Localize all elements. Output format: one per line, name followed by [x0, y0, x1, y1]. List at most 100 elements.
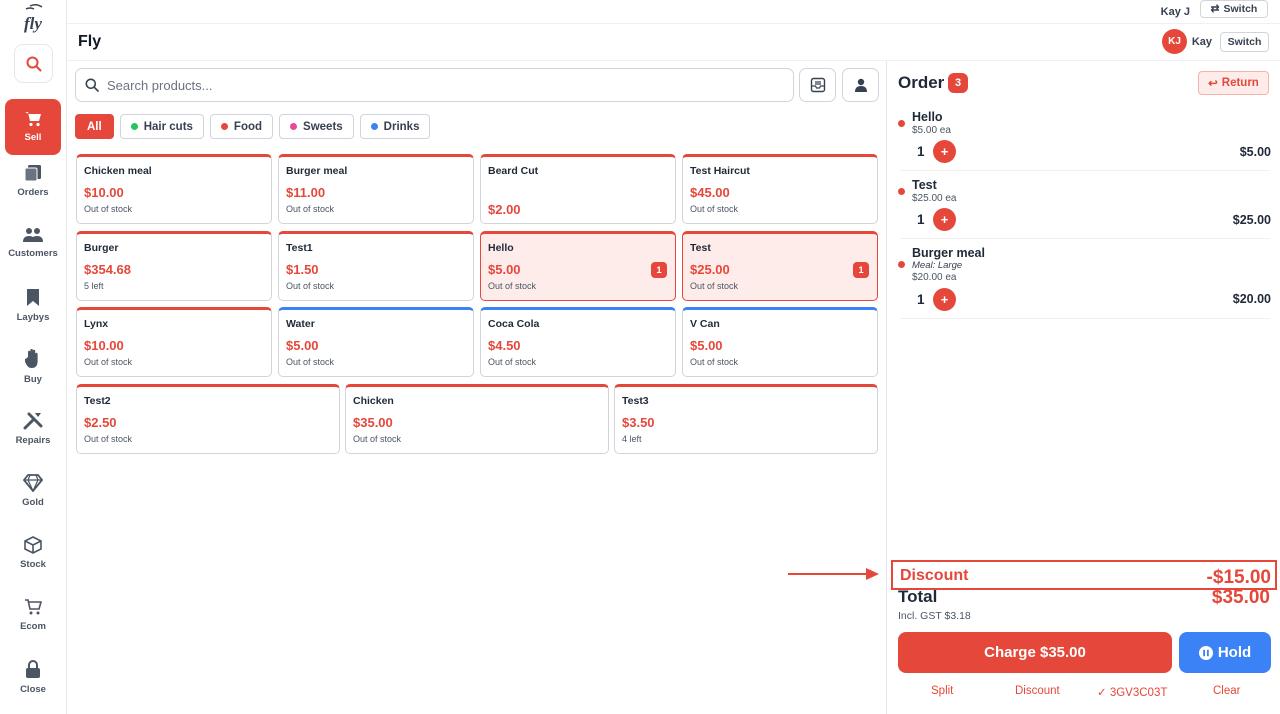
- product-stock: Out of stock: [84, 434, 133, 444]
- item-qty: 1: [917, 144, 925, 159]
- hold-label: Hold: [1217, 644, 1252, 661]
- product-stock: 4 left: [622, 434, 642, 444]
- return-icon: ↩: [1208, 78, 1218, 90]
- item-unit-price: $20.00 ea: [912, 272, 957, 283]
- category-hair-cuts[interactable]: Hair cuts: [119, 114, 204, 139]
- product-card[interactable]: Beard Cut $2.00: [480, 154, 676, 224]
- product-price: $4.50: [488, 338, 521, 353]
- cart-qty-badge: 1: [651, 262, 667, 278]
- gst-note: Incl. GST $3.18: [898, 610, 971, 622]
- category-food[interactable]: Food: [209, 114, 274, 139]
- switch-button[interactable]: Switch: [1220, 32, 1269, 52]
- increment-button[interactable]: +: [933, 208, 956, 231]
- clear-link[interactable]: Clear: [1213, 685, 1240, 697]
- cart-qty-badge: 1: [853, 262, 869, 278]
- order-panel: Order 3 ↩ Return Hello $5.00 ea 1 + $5.0…: [886, 61, 1280, 714]
- sidebar-item-label: Laybys: [16, 311, 50, 323]
- product-price: $2.00: [488, 202, 521, 217]
- sidebar-item-stock[interactable]: Stock: [5, 525, 61, 581]
- sidebar-search-button[interactable]: [14, 44, 53, 83]
- product-stock: Out of stock: [353, 434, 402, 444]
- charge-button[interactable]: Charge $35.00: [898, 632, 1172, 673]
- total-label: Total: [898, 587, 938, 606]
- order-line-item[interactable]: Burger meal Meal: Large $20.00 ea 1 + $2…: [898, 239, 1271, 319]
- scan-button[interactable]: [799, 68, 836, 102]
- item-total: $25.00: [1232, 213, 1271, 227]
- product-price: $25.00: [690, 262, 730, 277]
- cart-icon: [25, 112, 41, 127]
- sidebar-item-label: Ecom: [20, 620, 46, 632]
- return-button[interactable]: ↩ Return: [1198, 71, 1269, 95]
- sidebar-item-close[interactable]: Close: [5, 649, 61, 705]
- pause-icon: [1198, 645, 1213, 660]
- sidebar-item-customers[interactable]: Customers: [5, 215, 61, 271]
- category-all[interactable]: All: [75, 114, 114, 139]
- sidebar-item-buy[interactable]: Buy: [5, 339, 61, 395]
- order-line-item[interactable]: Test $25.00 ea 1 + $25.00: [898, 171, 1271, 239]
- product-card[interactable]: Chicken $35.00 Out of stock: [345, 384, 609, 454]
- person-icon: [854, 78, 867, 92]
- search-icon: [26, 56, 41, 71]
- current-user: Kay J: [1160, 6, 1190, 18]
- product-stock: Out of stock: [84, 357, 133, 367]
- discount-link[interactable]: Discount: [1015, 685, 1060, 697]
- split-link[interactable]: Split: [931, 685, 953, 697]
- sidebar-item-label: Gold: [22, 497, 44, 508]
- category-filters: All Hair cuts Food Sweets Drinks: [75, 114, 431, 139]
- product-stock: 5 left: [84, 281, 104, 291]
- product-card[interactable]: Test Haircut $45.00 Out of stock: [682, 154, 878, 224]
- search-input[interactable]: [107, 77, 757, 93]
- order-line-item[interactable]: Hello $5.00 ea 1 + $5.00: [898, 103, 1271, 171]
- product-card[interactable]: Burger $354.68 5 left: [76, 231, 272, 301]
- product-card[interactable]: Hello $5.00 Out of stock 1: [480, 231, 676, 301]
- product-card[interactable]: Water $5.00 Out of stock: [278, 307, 474, 377]
- bookmark-icon: [27, 288, 39, 306]
- product-card[interactable]: Test2 $2.50 Out of stock: [76, 384, 340, 454]
- order-title: Order: [898, 73, 945, 92]
- product-price: $10.00: [84, 338, 124, 353]
- store-name: Fly: [78, 33, 102, 50]
- product-card[interactable]: Test $25.00 Out of stock 1: [682, 231, 878, 301]
- avatar[interactable]: KJ: [1162, 29, 1187, 54]
- sidebar-item-orders[interactable]: Orders: [5, 153, 61, 209]
- sidebar-item-label: Stock: [20, 559, 46, 570]
- product-card[interactable]: Burger meal $11.00 Out of stock: [278, 154, 474, 224]
- product-stock: Out of stock: [690, 204, 739, 214]
- sidebar-item-repairs[interactable]: Repairs: [5, 401, 61, 457]
- sidebar-item-laybys[interactable]: Laybys: [5, 277, 61, 333]
- product-card[interactable]: Chicken meal $10.00 Out of stock: [76, 154, 272, 224]
- customer-button[interactable]: [842, 68, 879, 102]
- product-name: Chicken: [353, 395, 394, 407]
- item-unit-price: $5.00 ea: [912, 125, 951, 136]
- increment-button[interactable]: +: [933, 140, 956, 163]
- product-stock: Out of stock: [286, 204, 335, 214]
- customers-icon: [23, 228, 43, 242]
- increment-button[interactable]: +: [933, 288, 956, 311]
- sidebar-item-ecom[interactable]: Ecom: [5, 587, 61, 643]
- order-code[interactable]: ✓ 3GV3C03T: [1097, 685, 1167, 699]
- switch-user-button[interactable]: ⇄ Switch: [1200, 0, 1268, 18]
- hold-button[interactable]: Hold: [1179, 632, 1271, 673]
- product-name: Beard Cut: [488, 165, 539, 177]
- item-name: Test: [912, 178, 937, 192]
- sidebar-item-gold[interactable]: Gold: [5, 463, 61, 519]
- diamond-icon: [23, 474, 43, 492]
- annotation-arrow: [788, 568, 879, 580]
- sidebar-item-label: Buy: [24, 374, 42, 385]
- category-sweets[interactable]: Sweets: [279, 114, 354, 139]
- inbox-icon: [810, 77, 825, 93]
- category-label: Food: [233, 120, 263, 133]
- product-name: Burger: [84, 242, 119, 254]
- product-card[interactable]: Coca Cola $4.50 Out of stock: [480, 307, 676, 377]
- product-stock: Out of stock: [286, 281, 335, 291]
- category-drinks[interactable]: Drinks: [359, 114, 431, 139]
- product-card[interactable]: Test1 $1.50 Out of stock: [278, 231, 474, 301]
- product-card[interactable]: Test3 $3.50 4 left: [614, 384, 878, 454]
- product-card[interactable]: V Can $5.00 Out of stock: [682, 307, 878, 377]
- sidebar-item-sell[interactable]: Sell: [5, 99, 61, 155]
- product-card[interactable]: Lynx $10.00 Out of stock: [76, 307, 272, 377]
- sidebar-item-label: Sell: [24, 132, 42, 143]
- item-qty: 1: [917, 292, 925, 307]
- product-name: Test3: [622, 395, 649, 407]
- product-search[interactable]: [75, 68, 794, 102]
